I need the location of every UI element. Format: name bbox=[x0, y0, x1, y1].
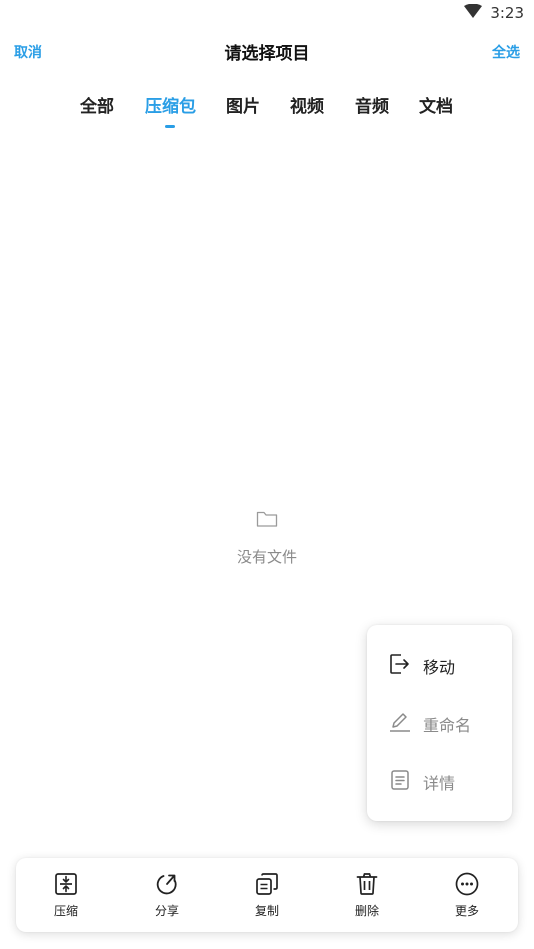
category-tabs: 全部 压缩包 图片 视频 音频 文档 bbox=[0, 84, 534, 134]
compress-icon bbox=[36, 870, 96, 898]
select-all-button[interactable]: 全选 bbox=[492, 42, 520, 62]
menu-item-details[interactable]: 详情 bbox=[389, 769, 455, 795]
bottom-action-bar: 压缩 分享 复制 删除 更多 bbox=[16, 858, 518, 932]
page-title: 请选择项目 bbox=[224, 44, 310, 64]
empty-message: 没有文件 bbox=[236, 548, 297, 566]
status-bar: 3:23 bbox=[0, 0, 534, 28]
delete-button[interactable]: 删除 bbox=[337, 870, 397, 919]
tab-documents[interactable]: 文档 bbox=[419, 92, 453, 117]
menu-item-label: 重命名 bbox=[423, 716, 472, 735]
share-label: 分享 bbox=[154, 904, 179, 918]
tab-audio[interactable]: 音频 bbox=[355, 92, 389, 117]
move-icon bbox=[389, 653, 411, 679]
empty-state: 没有文件 bbox=[0, 510, 534, 567]
folder-icon bbox=[256, 510, 278, 532]
tab-archives[interactable]: 压缩包 bbox=[145, 92, 196, 117]
delete-label: 删除 bbox=[354, 904, 379, 918]
menu-item-label: 详情 bbox=[423, 774, 456, 793]
compress-label: 压缩 bbox=[53, 904, 78, 918]
tab-all[interactable]: 全部 bbox=[80, 92, 114, 117]
wifi-icon bbox=[464, 3, 483, 22]
details-icon bbox=[389, 769, 411, 795]
status-right: 3:23 bbox=[464, 3, 524, 22]
menu-item-move[interactable]: 移动 bbox=[389, 653, 455, 679]
more-button[interactable]: 更多 bbox=[437, 870, 497, 919]
copy-label: 复制 bbox=[254, 904, 279, 918]
more-label: 更多 bbox=[454, 904, 479, 918]
compress-button[interactable]: 压缩 bbox=[36, 870, 96, 919]
share-icon bbox=[137, 870, 197, 898]
more-icon bbox=[437, 870, 497, 898]
status-time: 3:23 bbox=[490, 4, 524, 22]
menu-item-rename[interactable]: 重命名 bbox=[389, 711, 471, 737]
share-button[interactable]: 分享 bbox=[137, 870, 197, 919]
tab-images[interactable]: 图片 bbox=[226, 92, 260, 117]
copy-button[interactable]: 复制 bbox=[237, 870, 297, 919]
copy-icon bbox=[237, 870, 297, 898]
header: 取消 请选择项目 全选 bbox=[0, 30, 534, 74]
menu-item-label: 移动 bbox=[423, 658, 456, 677]
delete-icon bbox=[337, 870, 397, 898]
active-tab-indicator bbox=[165, 125, 175, 128]
tab-videos[interactable]: 视频 bbox=[290, 92, 324, 117]
rename-icon bbox=[389, 711, 411, 737]
more-menu: 移动 重命名 详情 bbox=[367, 625, 512, 821]
